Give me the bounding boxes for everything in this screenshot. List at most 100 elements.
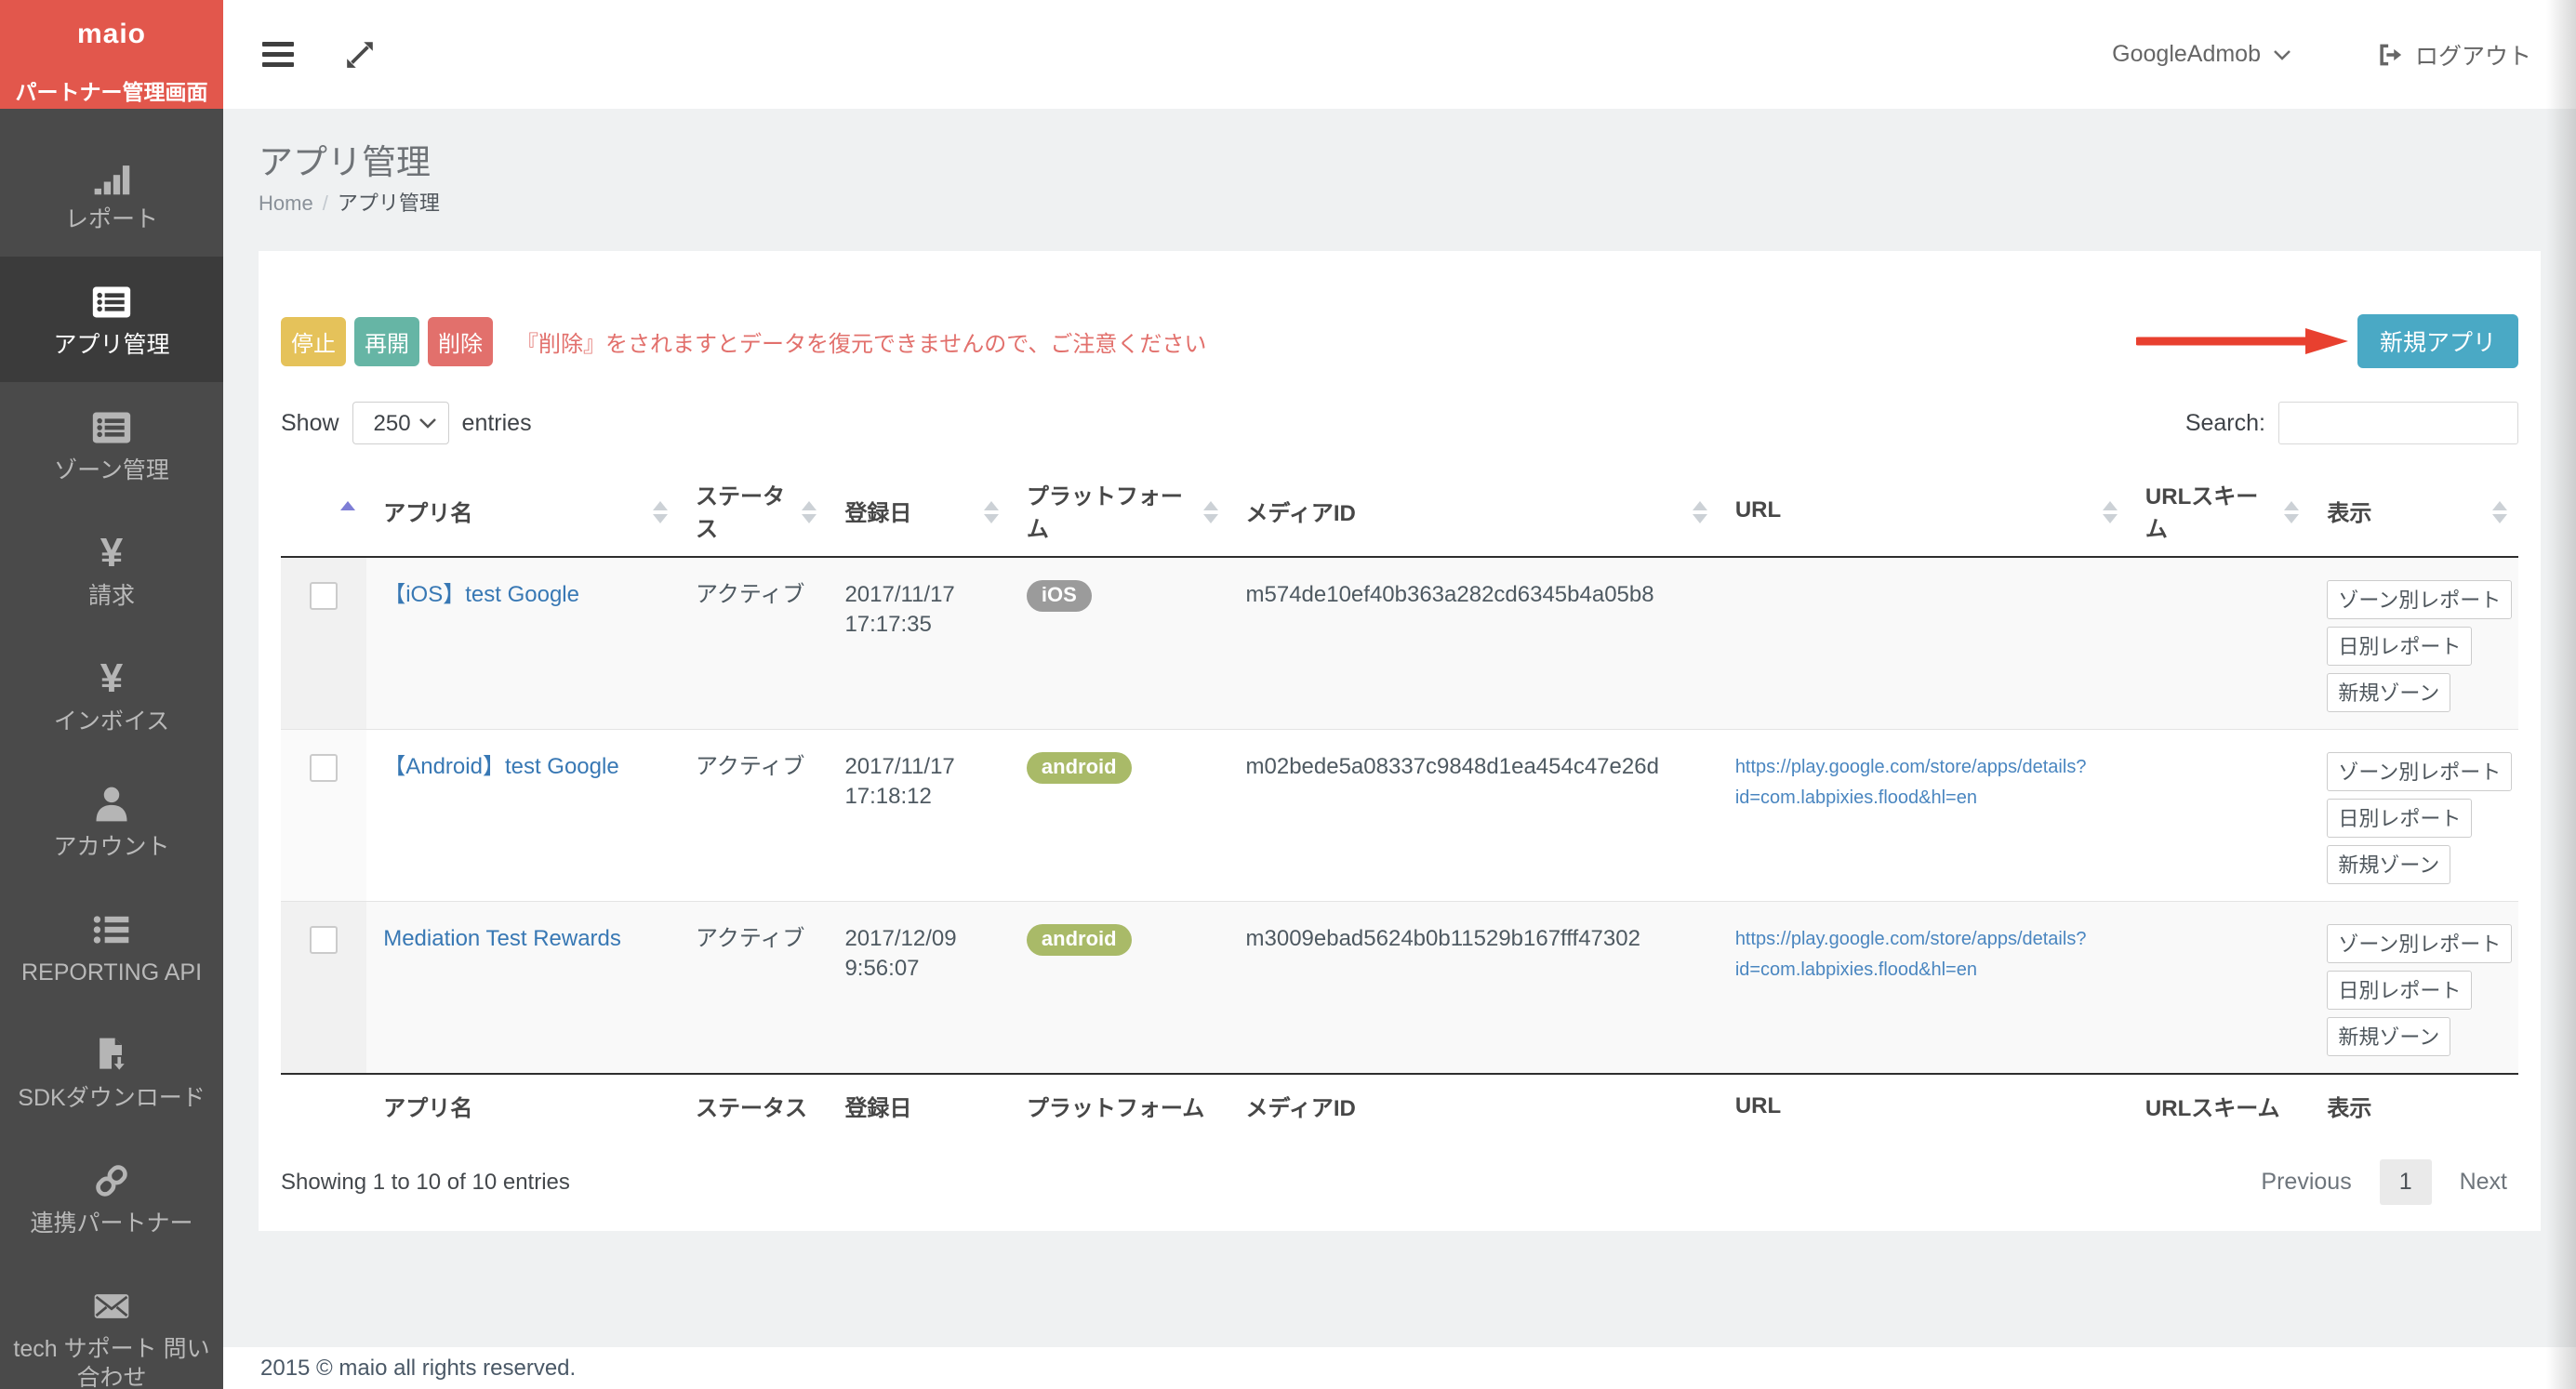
- delete-warning-text: 『削除』をされますとデータを復元できませんので、ご注意ください: [516, 325, 1206, 358]
- pagination: Previous 1 Next: [2250, 1159, 2518, 1205]
- sort-asc-icon: [340, 501, 355, 510]
- search-input[interactable]: [2278, 402, 2518, 444]
- account-dropdown[interactable]: GoogleAdmob: [2112, 41, 2292, 68]
- current-page-button[interactable]: 1: [2380, 1159, 2432, 1205]
- media-id-cell: m574de10ef40b363a282cd6345b4a05b8: [1229, 557, 1719, 730]
- daily-report-button[interactable]: 日別レポート: [2327, 799, 2472, 838]
- expand-arrows-icon[interactable]: [340, 35, 379, 74]
- yen-icon: ¥: [11, 532, 212, 575]
- breadcrumb-home-link[interactable]: Home: [259, 192, 313, 215]
- sidebar-item-label: アカウント: [11, 833, 212, 862]
- sidebar-item-sdk-download[interactable]: SDKダウンロード: [0, 1010, 223, 1135]
- column-header-media-id[interactable]: メディアID: [1229, 472, 1719, 557]
- toolbar: 停止 再開 削除 『削除』をされますとデータを復元できませんので、ご注意ください…: [281, 314, 2518, 368]
- app-list-panel: 停止 再開 削除 『削除』をされますとデータを復元できませんので、ご注意ください…: [259, 251, 2541, 1231]
- column-header-display[interactable]: 表示: [2310, 472, 2518, 557]
- footer-select-column: [281, 1074, 366, 1137]
- account-name: GoogleAdmob: [2112, 41, 2261, 68]
- previous-page-button[interactable]: Previous: [2250, 1159, 2362, 1205]
- logout-button[interactable]: ログアウト: [2376, 38, 2531, 72]
- zone-report-button[interactable]: ゾーン別レポート: [2327, 752, 2512, 791]
- new-zone-button[interactable]: 新規ゾーン: [2327, 673, 2450, 712]
- column-header-registered[interactable]: 登録日: [828, 472, 1009, 557]
- display-actions: ゾーン別レポート 日別レポート 新規ゾーン: [2327, 752, 2502, 884]
- page-size-select[interactable]: 250: [352, 402, 449, 444]
- sort-icons: [2103, 501, 2118, 523]
- list-alt-icon: [11, 406, 212, 449]
- new-app-button[interactable]: 新規アプリ: [2357, 314, 2518, 368]
- sidebar-item-label: REPORTING API: [11, 959, 212, 987]
- sidebar-item-invoice[interactable]: ¥ インボイス: [0, 633, 223, 759]
- stop-button[interactable]: 停止: [281, 317, 346, 366]
- column-header-url-scheme[interactable]: URLスキーム: [2129, 472, 2310, 557]
- sidebar-nav: レポート アプリ管理 ゾーン管理 ¥ 請求 ¥ インボイス: [0, 131, 223, 1389]
- sidebar-item-tech-support[interactable]: tech サポート 問い合わせ: [0, 1261, 223, 1389]
- app-name-link[interactable]: 【Android】test Google: [383, 754, 618, 779]
- zone-report-button[interactable]: ゾーン別レポート: [2327, 580, 2512, 619]
- table-row: 【iOS】test Google アクティブ 2017/11/1717:17:3…: [281, 557, 2518, 730]
- brand-block[interactable]: maio パートナー管理画面: [0, 0, 223, 109]
- chevron-down-icon: [2272, 48, 2292, 61]
- sidebar-item-billing[interactable]: ¥ 請求: [0, 508, 223, 633]
- resume-button[interactable]: 再開: [354, 317, 419, 366]
- topbar-right: GoogleAdmob ログアウト: [2112, 38, 2531, 72]
- daily-report-button[interactable]: 日別レポート: [2327, 627, 2472, 666]
- envelope-icon: [11, 1285, 212, 1328]
- status-cell: アクティブ: [679, 730, 828, 902]
- file-download-icon: [11, 1034, 212, 1077]
- sidebar-item-label: tech サポート 問い合わせ: [11, 1335, 212, 1389]
- url-scheme-cell: [2129, 902, 2310, 1075]
- logout-label: ログアウト: [2415, 38, 2531, 72]
- column-header-status[interactable]: ステータス: [679, 472, 828, 557]
- platform-badge: android: [1027, 752, 1132, 784]
- sidebar-item-zone-management[interactable]: ゾーン管理: [0, 382, 223, 508]
- display-actions: ゾーン別レポート 日別レポート 新規ゾーン: [2327, 580, 2502, 712]
- row-checkbox[interactable]: [310, 582, 338, 610]
- sidebar-item-app-management[interactable]: アプリ管理: [0, 257, 223, 382]
- list-alt-icon: [11, 281, 212, 324]
- sidebar-item-partner-link[interactable]: 連携パートナー: [0, 1135, 223, 1261]
- breadcrumb-current: アプリ管理: [338, 192, 440, 215]
- menu-toggle-button[interactable]: [257, 36, 299, 73]
- footer-platform: プラットフォーム: [1010, 1074, 1229, 1137]
- apps-table: アプリ名 ステータス 登録日 プラットフォーム メディアID URL URLスキ…: [281, 472, 2518, 1137]
- page-title: アプリ管理: [259, 142, 2541, 183]
- row-checkbox[interactable]: [310, 926, 338, 954]
- link-icon: [11, 1159, 212, 1202]
- content-area: アプリ管理 Home / アプリ管理 停止 再開 削除 『削除』をされますとデータを…: [223, 109, 2576, 1347]
- sidebar-item-reporting-api[interactable]: REPORTING API: [0, 884, 223, 1010]
- select-column-header[interactable]: [281, 472, 366, 557]
- main-area: GoogleAdmob ログアウト アプリ管理 Home / アプリ管理: [223, 0, 2576, 1389]
- footer-app-name: アプリ名: [366, 1074, 679, 1137]
- app-name-link[interactable]: Mediation Test Rewards: [383, 926, 621, 951]
- new-zone-button[interactable]: 新規ゾーン: [2327, 1017, 2450, 1056]
- table-header-row: アプリ名 ステータス 登録日 プラットフォーム メディアID URL URLスキ…: [281, 472, 2518, 557]
- sidebar-item-account[interactable]: アカウント: [0, 759, 223, 884]
- sidebar-item-label: レポート: [11, 205, 212, 234]
- sidebar-item-report[interactable]: レポート: [0, 131, 223, 257]
- next-page-button[interactable]: Next: [2449, 1159, 2518, 1205]
- list-icon: [11, 908, 212, 951]
- delete-button[interactable]: 削除: [428, 317, 493, 366]
- status-cell: アクティブ: [679, 902, 828, 1075]
- column-header-url[interactable]: URL: [1719, 472, 2129, 557]
- app-name-link[interactable]: 【iOS】test Google: [383, 582, 579, 607]
- daily-report-button[interactable]: 日別レポート: [2327, 971, 2472, 1010]
- registered-cell: 2017/11/1717:17:35: [828, 557, 1009, 730]
- table-row: 【Android】test Google アクティブ 2017/11/1717:…: [281, 730, 2518, 902]
- store-url-link[interactable]: https://play.google.com/store/apps/detai…: [1735, 924, 2112, 986]
- breadcrumb-separator: /: [323, 192, 328, 215]
- zone-report-button[interactable]: ゾーン別レポート: [2327, 924, 2512, 963]
- registered-cell: 2017/11/1717:18:12: [828, 730, 1009, 902]
- table-info-row: Showing 1 to 10 of 10 entries Previous 1…: [281, 1159, 2518, 1205]
- column-header-platform[interactable]: プラットフォーム: [1010, 472, 1229, 557]
- platform-badge: iOS: [1027, 580, 1092, 612]
- copyright-footer: 2015 © maio all rights reserved.: [223, 1347, 2576, 1389]
- new-zone-button[interactable]: 新規ゾーン: [2327, 845, 2450, 884]
- table-footer-row: アプリ名 ステータス 登録日 プラットフォーム メディアID URL URLスキ…: [281, 1074, 2518, 1137]
- brand-subtitle: パートナー管理画面: [0, 74, 223, 106]
- brand-logo: maio: [0, 19, 223, 50]
- column-header-app-name[interactable]: アプリ名: [366, 472, 679, 557]
- row-checkbox[interactable]: [310, 754, 338, 782]
- store-url-link[interactable]: https://play.google.com/store/apps/detai…: [1735, 752, 2112, 814]
